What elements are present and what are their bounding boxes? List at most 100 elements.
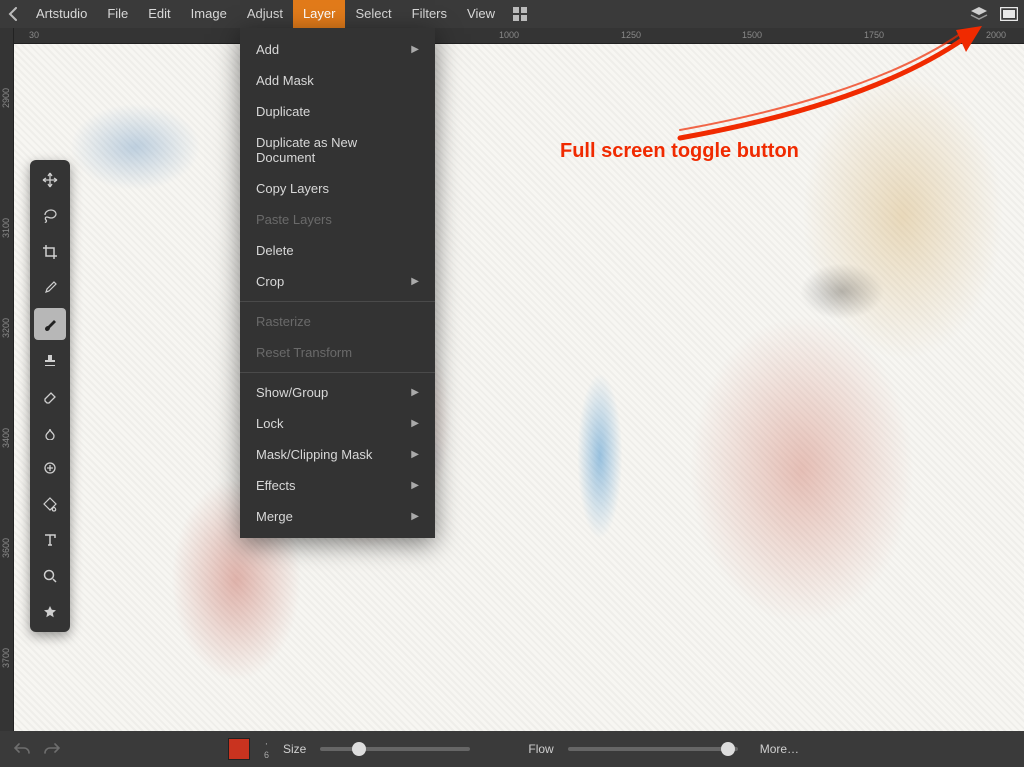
redo-button[interactable] bbox=[44, 742, 60, 756]
ruler-mark: 2900 bbox=[1, 88, 11, 108]
menu-item-label: Duplicate as New Document bbox=[256, 135, 419, 165]
menu-item-label: Lock bbox=[256, 416, 283, 431]
menu-item-label: Delete bbox=[256, 243, 294, 258]
menu-item-delete[interactable]: Delete bbox=[240, 235, 435, 266]
tool-eyedropper[interactable] bbox=[34, 272, 66, 304]
menu-item-label: Duplicate bbox=[256, 104, 310, 119]
menu-item-crop[interactable]: Crop ▶ bbox=[240, 266, 435, 297]
menu-item-effects[interactable]: Effects▶ bbox=[240, 470, 435, 501]
menu-item-label: Crop bbox=[256, 274, 284, 289]
options-bar: · 6 Size Flow More… bbox=[0, 731, 1024, 767]
menu-item-label: Mask/Clipping Mask bbox=[256, 447, 372, 462]
ruler-mark: 2000 bbox=[986, 30, 1006, 40]
fullscreen-toggle-button[interactable] bbox=[994, 0, 1024, 28]
app-root: 3010001250150017502000 29003100320034003… bbox=[0, 0, 1024, 767]
submenu-arrow-icon: ▶ bbox=[411, 511, 419, 522]
favorites-icon bbox=[42, 604, 58, 620]
menu-item-label: Effects bbox=[256, 478, 296, 493]
ruler-mark: 3400 bbox=[1, 428, 11, 448]
size-slider[interactable] bbox=[320, 747, 470, 751]
tool-brush[interactable] bbox=[34, 308, 66, 340]
grid-icon bbox=[513, 7, 527, 21]
tool-smudge[interactable] bbox=[34, 416, 66, 448]
back-button[interactable] bbox=[0, 0, 26, 28]
menu-item-label: Rasterize bbox=[256, 314, 311, 329]
menu-layer[interactable]: Layer bbox=[293, 0, 346, 28]
canvas-viewport[interactable] bbox=[14, 44, 1024, 731]
menu-item-label: Add bbox=[256, 42, 279, 57]
menu-filters[interactable]: Filters bbox=[402, 0, 457, 28]
flow-slider[interactable] bbox=[568, 747, 738, 751]
menu-item-duplicate[interactable]: Duplicate bbox=[240, 96, 435, 127]
foreground-color-chip[interactable] bbox=[228, 738, 250, 760]
menu-separator bbox=[240, 301, 435, 302]
menu-item-add[interactable]: Add▶ bbox=[240, 34, 435, 65]
ruler-mark: 3600 bbox=[1, 538, 11, 558]
artwork-image bbox=[14, 44, 1024, 731]
menu-bar: Artstudio FileEditImageAdjustLayerSelect… bbox=[0, 0, 1024, 28]
tool-move[interactable] bbox=[34, 164, 66, 196]
menu-item-copy-layers[interactable]: Copy Layers bbox=[240, 173, 435, 204]
tool-text[interactable] bbox=[34, 524, 66, 556]
brush-preview[interactable]: · 6 bbox=[264, 738, 269, 760]
layers-icon bbox=[970, 6, 988, 22]
menu-item-mask-clipping-mask[interactable]: Mask/Clipping Mask ▶ bbox=[240, 439, 435, 470]
layer-menu-dropdown: Add▶Add MaskDuplicateDuplicate as New Do… bbox=[240, 28, 435, 538]
eyedropper-icon bbox=[42, 280, 58, 296]
flow-slider-knob[interactable] bbox=[721, 742, 735, 756]
menu-appname[interactable]: Artstudio bbox=[26, 0, 97, 28]
eraser-icon bbox=[42, 388, 58, 404]
submenu-arrow-icon: ▶ bbox=[411, 449, 419, 460]
smudge-icon bbox=[42, 424, 58, 440]
menu-select[interactable]: Select bbox=[345, 0, 401, 28]
menu-item-label: Paste Layers bbox=[256, 212, 332, 227]
tool-eraser[interactable] bbox=[34, 380, 66, 412]
tool-palette bbox=[30, 160, 70, 632]
menu-file[interactable]: File bbox=[97, 0, 138, 28]
fullscreen-icon bbox=[1000, 7, 1018, 21]
menu-adjust[interactable]: Adjust bbox=[237, 0, 293, 28]
ruler-mark: 30 bbox=[29, 30, 39, 40]
menu-item-duplicate-as-new-document[interactable]: Duplicate as New Document bbox=[240, 127, 435, 173]
redo-icon bbox=[44, 742, 60, 756]
tool-fill[interactable] bbox=[34, 488, 66, 520]
menu-item-add-mask[interactable]: Add Mask bbox=[240, 65, 435, 96]
tool-crop[interactable] bbox=[34, 236, 66, 268]
layers-panel-button[interactable] bbox=[964, 0, 994, 28]
more-options-button[interactable]: More… bbox=[760, 742, 799, 756]
menu-item-merge[interactable]: Merge▶ bbox=[240, 501, 435, 532]
undo-button[interactable] bbox=[14, 742, 30, 756]
ruler-mark: 3200 bbox=[1, 318, 11, 338]
text-icon bbox=[42, 532, 58, 548]
submenu-arrow-icon: ▶ bbox=[411, 276, 419, 287]
size-label: Size bbox=[283, 742, 306, 756]
menu-item-rasterize: Rasterize bbox=[240, 306, 435, 337]
tool-heal[interactable] bbox=[34, 452, 66, 484]
lasso-icon bbox=[42, 208, 58, 224]
ruler-mark: 1750 bbox=[864, 30, 884, 40]
menu-item-lock[interactable]: Lock▶ bbox=[240, 408, 435, 439]
menu-item-show-group[interactable]: Show/Group▶ bbox=[240, 377, 435, 408]
annotation-label: Full screen toggle button bbox=[560, 140, 799, 163]
menu-view[interactable]: View bbox=[457, 0, 505, 28]
ruler-vertical: 290031003200340036003700 bbox=[0, 28, 14, 731]
tool-stamp[interactable] bbox=[34, 344, 66, 376]
menu-item-label: Add Mask bbox=[256, 73, 314, 88]
crop-icon bbox=[42, 244, 58, 260]
menu-edit[interactable]: Edit bbox=[138, 0, 180, 28]
tool-favorites[interactable] bbox=[34, 596, 66, 628]
menu-image[interactable]: Image bbox=[181, 0, 237, 28]
menu-separator bbox=[240, 372, 435, 373]
menu-item-reset-transform: Reset Transform bbox=[240, 337, 435, 368]
ruler-mark: 3700 bbox=[1, 648, 11, 668]
menu-item-label: Reset Transform bbox=[256, 345, 352, 360]
menu-item-paste-layers: Paste Layers bbox=[240, 204, 435, 235]
tool-zoom[interactable] bbox=[34, 560, 66, 592]
grid-view-button[interactable] bbox=[505, 0, 535, 28]
menu-item-label: Copy Layers bbox=[256, 181, 329, 196]
fill-icon bbox=[42, 496, 58, 512]
stamp-icon bbox=[42, 352, 58, 368]
size-slider-knob[interactable] bbox=[352, 742, 366, 756]
menu-item-label: Show/Group bbox=[256, 385, 328, 400]
tool-lasso[interactable] bbox=[34, 200, 66, 232]
